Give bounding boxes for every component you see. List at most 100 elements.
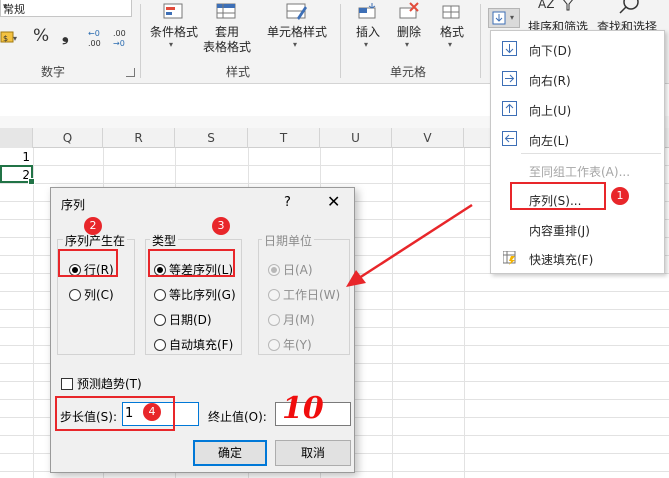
group-separator [140,4,141,78]
chevron-down-icon: ▾ [510,13,515,22]
delete-button[interactable]: 删除 ▾ [391,0,427,56]
format-cells-icon [442,5,460,19]
column-header-q[interactable]: Q [33,128,103,148]
menu-item-fill-down[interactable]: 向下(D) [491,36,664,62]
radio-label: 月(M) [283,313,315,327]
grid-line [392,148,393,478]
svg-text:←0: ←0 [88,29,100,38]
date-unit-legend: 日期单位 [262,232,315,249]
svg-text:→0: →0 [113,39,125,48]
annotation-badge: 4 [143,403,161,421]
trend-checkbox[interactable]: 预测趋势(T) [61,375,142,392]
annotation-box [58,249,118,277]
radio-label: 日(A) [283,263,313,277]
radio-weekday[interactable]: 工作日(W) [268,286,340,303]
insert-label: 插入 [355,25,380,39]
column-header-u[interactable]: U [320,128,392,148]
radio-growth[interactable]: 等比序列(G) [154,286,236,303]
number-dialog-launcher-icon[interactable] [126,68,135,77]
selected-cell[interactable] [0,165,35,185]
radio-day[interactable]: 日(A) [268,261,313,278]
column-header-s[interactable]: S [175,128,248,148]
decrease-decimal-button[interactable]: .00 →0 [112,27,132,49]
fill-up-icon [502,101,517,116]
format-as-table-icon [216,3,236,19]
conditional-format-label: 条件格式 [149,25,198,39]
handwritten-stop-value: 10 [282,391,324,426]
menu-item-fill-right[interactable]: 向右(R) [491,66,664,92]
chevron-down-icon: ▾ [169,40,174,49]
accounting-format-button[interactable]: $ ▾ [0,26,20,46]
menu-item-label: 向上(U) [529,104,572,118]
menu-item-justify[interactable]: 内容重排(J) [491,216,664,242]
radio-year[interactable]: 年(Y) [268,336,312,353]
group-separator [340,4,341,78]
column-header-selected[interactable] [0,128,33,148]
chevron-down-icon: ▾ [293,40,298,49]
format-as-table-button[interactable]: 套用 表格格式 [200,0,254,56]
find-select-button[interactable]: 查找和选择 [592,0,662,30]
menu-item-fill-left[interactable]: 向左(L) [491,126,664,152]
cancel-button[interactable]: 取消 [275,440,351,466]
fill-down-icon [502,41,517,56]
fill-left-icon [502,131,517,146]
insert-button[interactable]: 插入 ▾ [350,0,386,56]
menu-separator [521,153,661,154]
column-header-t[interactable]: T [248,128,320,148]
fill-button[interactable]: ▾ [488,8,520,28]
comma-style-button[interactable]: ❟ [62,26,69,46]
insert-cells-icon [358,3,376,19]
grid-line [33,148,34,478]
dialog-title: 序列 [61,198,86,212]
radio-month[interactable]: 月(M) [268,311,315,328]
radio-label: 工作日(W) [283,288,341,302]
format-label: 格式 [439,25,464,39]
date-unit-group: 日期单位 日(A) 工作日(W) 月(M) 年(Y) [258,232,350,355]
column-header-r[interactable]: R [103,128,175,148]
help-icon[interactable]: ? [284,195,291,210]
format-button[interactable]: 格式 ▾ [434,0,470,56]
radio-icon [268,339,280,351]
cells-group-label: 单元格 [390,65,427,79]
annotation-box [510,182,606,210]
group-separator [480,4,481,78]
cell-value[interactable]: 1 [2,150,30,164]
ok-button[interactable]: 确定 [193,440,267,466]
cell-styles-label: 单元格样式 [266,25,327,39]
annotation-badge: 3 [212,217,230,235]
menu-item-flash-fill[interactable]: 快速填充(F) [491,245,664,271]
radio-autofill[interactable]: 自动填充(F) [154,336,233,353]
column-header-v[interactable]: V [392,128,464,148]
delete-cells-icon [399,2,419,19]
radio-date[interactable]: 日期(D) [154,311,212,328]
chevron-down-icon: ▾ [448,40,453,49]
radio-icon [154,314,166,326]
radio-selected-icon [268,264,280,276]
annotation-box [148,249,235,277]
increase-decimal-button[interactable]: ←0.00 [87,27,107,49]
sort-filter-button[interactable]: AZ 排序和筛选 [526,0,588,30]
number-group-label: 数字 [41,65,66,79]
conditional-format-button[interactable]: 条件格式 ▾ [146,0,202,56]
currency-icon: $ [0,31,14,43]
magnifier-icon [619,0,639,14]
chevron-down-icon: ▾ [405,40,410,49]
trend-label: 预测趋势(T) [77,377,142,391]
menu-item-fill-up[interactable]: 向上(U) [491,96,664,122]
number-format-dropdown[interactable]: 常规 ▾ [0,0,132,17]
checkbox-icon [61,378,73,390]
radio-icon [154,339,166,351]
annotation-badge: 1 [611,187,629,205]
close-icon[interactable]: ✕ [327,192,340,211]
percent-style-button[interactable]: % [33,26,49,46]
chevron-down-icon: ▾ [13,34,18,43]
radio-label: 等比序列(G) [169,288,236,302]
menu-item-label: 向右(R) [529,74,571,88]
menu-item-across-worksheets[interactable]: 至同组工作表(A)... [491,157,664,183]
radio-icon [268,289,280,301]
radio-column[interactable]: 列(C) [69,286,114,303]
cell-styles-icon [286,3,307,20]
radio-icon [69,289,81,301]
cell-styles-button[interactable]: 单元格样式 ▾ [262,0,332,56]
menu-item-label: 向下(D) [529,44,572,58]
